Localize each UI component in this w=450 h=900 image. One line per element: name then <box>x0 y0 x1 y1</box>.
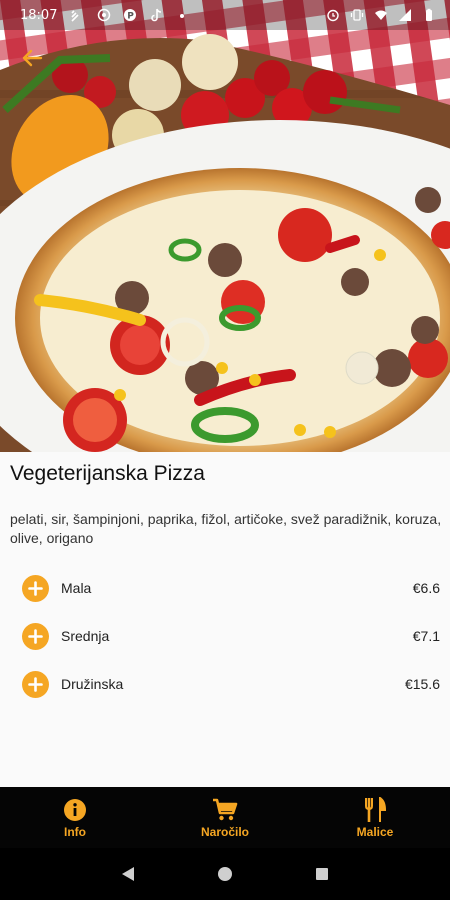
cellular-icon <box>399 9 411 21</box>
parking-icon: P <box>124 9 137 22</box>
system-home-button[interactable] <box>213 862 237 886</box>
status-time: 18:07 <box>20 7 58 23</box>
size-option-druzinska: Družinska €15.6 <box>0 664 450 704</box>
arrow-left-icon <box>22 49 43 67</box>
add-srednja-button[interactable] <box>22 622 49 650</box>
product-details: Vegeterijanska Pizza pelati, sir, šampin… <box>0 452 450 787</box>
system-recents-button[interactable] <box>310 862 334 886</box>
size-price: €6.6 <box>412 580 440 596</box>
nav-narocilo-label: Naročilo <box>200 824 249 839</box>
back-button[interactable] <box>18 44 46 72</box>
svg-text:P: P <box>128 12 135 22</box>
dot-icon <box>180 14 185 18</box>
alarm-icon <box>327 9 339 22</box>
product-title: Vegeterijanska Pizza <box>10 462 205 485</box>
size-label: Srednja <box>61 628 110 644</box>
add-druzinska-button[interactable] <box>22 670 49 698</box>
nav-info[interactable]: Info <box>0 787 150 848</box>
info-icon <box>64 798 86 821</box>
status-bar: 18:07 P <box>0 0 450 30</box>
size-price: €7.1 <box>412 628 440 644</box>
system-navigation-bar <box>0 848 450 900</box>
bottom-navigation: Info Naročilo Malice <box>0 787 450 848</box>
pizza-photo-illustration <box>0 0 450 452</box>
nav-info-label: Info <box>64 824 86 839</box>
cart-icon <box>213 798 238 820</box>
size-label: Družinska <box>61 676 124 692</box>
status-right-icons <box>326 8 436 22</box>
size-price: €15.6 <box>404 676 440 692</box>
pizza-photo <box>0 0 450 452</box>
status-left-icons: P <box>71 8 189 22</box>
home-circle-icon <box>217 867 232 881</box>
vibrate-icon <box>350 9 364 21</box>
wifi-icon <box>375 10 387 20</box>
system-back-button[interactable] <box>116 862 140 886</box>
signal-icon <box>71 10 80 22</box>
back-triangle-icon <box>122 867 135 881</box>
add-mala-button[interactable] <box>22 574 49 602</box>
plus-icon <box>28 676 43 692</box>
nav-malice-label: Malice <box>356 824 394 839</box>
recents-square-icon <box>315 868 328 880</box>
nav-narocilo[interactable]: Naročilo <box>150 787 300 848</box>
product-ingredients: pelati, sir, šampinjoni, paprika, fižol,… <box>10 511 442 546</box>
size-option-mala: Mala €6.6 <box>0 568 450 608</box>
cutlery-icon <box>365 796 387 822</box>
tiktok-icon <box>151 8 162 22</box>
plus-icon <box>28 580 43 596</box>
nav-malice[interactable]: Malice <box>300 787 450 848</box>
size-option-srednja: Srednja €7.1 <box>0 616 450 656</box>
plus-icon <box>28 628 43 644</box>
battery-icon <box>426 8 432 21</box>
size-label: Mala <box>61 580 92 596</box>
viber-icon <box>98 8 111 22</box>
